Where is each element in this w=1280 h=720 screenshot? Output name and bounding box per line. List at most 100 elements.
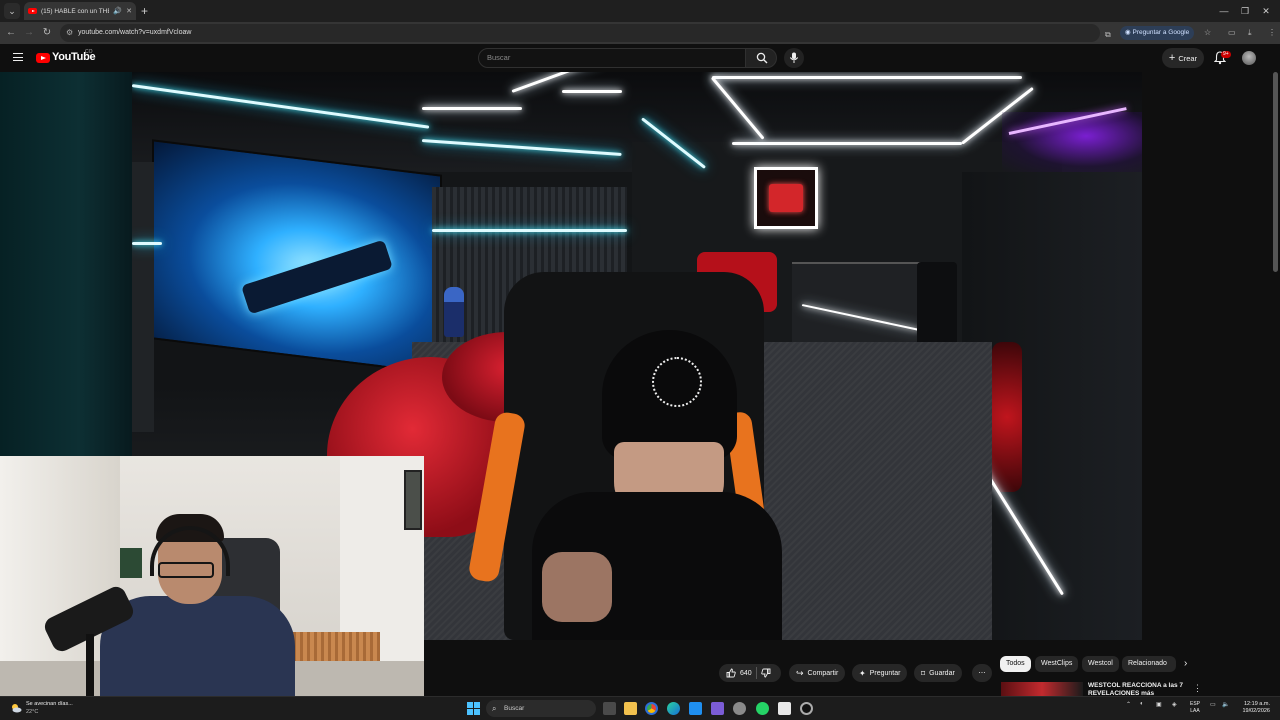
like-dislike-group: 640 bbox=[719, 664, 781, 682]
pill-divider bbox=[755, 667, 757, 679]
youtube-header: YouTube CO Buscar + Crear 9+ bbox=[0, 44, 1280, 72]
weather-icon[interactable] bbox=[10, 702, 22, 714]
more-vertical-icon[interactable]: ⋮ bbox=[1193, 683, 1202, 694]
bookmark-icon: ⌑ bbox=[921, 668, 926, 678]
search-icon bbox=[756, 52, 768, 64]
install-app-icon[interactable]: ⧉ bbox=[1105, 27, 1111, 43]
cast-icon[interactable]: ▭ bbox=[1228, 25, 1236, 41]
youtube-logo-icon[interactable] bbox=[36, 53, 50, 63]
settings-icon[interactable] bbox=[733, 702, 746, 715]
neon-ceiling-strip bbox=[712, 76, 1022, 79]
recommendation-title[interactable]: WESTCOL REACCIONA a las 7 REVELACIONES m… bbox=[1088, 682, 1188, 696]
browser-toolbar: ← → ↻ ⚙ youtube.com/watch?v=uxdmfVcloaw … bbox=[0, 22, 1280, 44]
app-icon[interactable] bbox=[711, 702, 724, 715]
thumbs-down-icon[interactable] bbox=[760, 668, 771, 678]
notification-badge: 9+ bbox=[1221, 51, 1231, 58]
sparkle-icon: ✦ bbox=[859, 668, 866, 678]
more-actions-button[interactable]: ⋯ bbox=[972, 664, 992, 682]
download-icon[interactable]: ⤓ bbox=[1248, 25, 1252, 41]
reload-icon[interactable]: ↻ bbox=[40, 25, 54, 41]
display-figure bbox=[992, 342, 1022, 492]
browser-menu-icon[interactable]: ⋮ bbox=[1268, 25, 1276, 41]
share-icon: ↪ bbox=[796, 667, 804, 678]
volume-icon[interactable]: 🔈 bbox=[1222, 701, 1229, 708]
save-button[interactable]: ⌑ Guardar bbox=[914, 664, 962, 682]
chrome-icon[interactable] bbox=[645, 702, 658, 715]
address-bar[interactable]: ⚙ youtube.com/watch?v=uxdmfVcloaw ⧉ bbox=[60, 24, 1111, 42]
share-button[interactable]: ↪ Compartir bbox=[789, 664, 846, 682]
create-button[interactable]: + Crear bbox=[1162, 48, 1204, 68]
hand bbox=[542, 552, 612, 622]
tab-title: (15) HABLÉ con un THERIA... bbox=[41, 7, 109, 15]
thumbs-up-icon[interactable] bbox=[726, 668, 736, 678]
minimize-window-icon[interactable]: — bbox=[1214, 3, 1234, 19]
fireplace-tv bbox=[152, 139, 442, 375]
ask-button[interactable]: ✦ Preguntar bbox=[852, 664, 908, 682]
url-text[interactable]: youtube.com/watch?v=uxdmfVcloaw bbox=[78, 24, 191, 42]
whatsapp-icon[interactable] bbox=[756, 702, 769, 715]
back-arrow-icon[interactable]: ← bbox=[4, 25, 18, 41]
language-indicator[interactable]: ESP LAA bbox=[1190, 701, 1200, 715]
save-label: Guardar bbox=[929, 669, 955, 677]
voice-search-button[interactable] bbox=[784, 48, 804, 68]
webcam-overlay bbox=[0, 456, 424, 696]
green-box bbox=[120, 548, 142, 578]
network-icon[interactable]: ▭ bbox=[1210, 701, 1216, 708]
system-clock[interactable]: 12:19 a.m. 19/02/2026 bbox=[1238, 701, 1270, 715]
tab-search-dropdown-icon[interactable]: ⌄ bbox=[4, 3, 20, 19]
search-input[interactable]: Buscar bbox=[478, 48, 746, 68]
weather-temp[interactable]: 22°C bbox=[26, 709, 38, 715]
speaker-icon[interactable]: 🔊 bbox=[113, 7, 122, 15]
forward-arrow-icon[interactable]: → bbox=[22, 25, 36, 41]
windows-taskbar: Se avecinan días... 22°C ⌕ Buscar ⌃ ◐ ▣ … bbox=[0, 696, 1280, 720]
chip-westcol[interactable]: Westcol bbox=[1082, 656, 1119, 672]
store-icon[interactable] bbox=[689, 702, 702, 715]
chip-relacionado[interactable]: Relacionado bbox=[1122, 656, 1176, 672]
toy-figure bbox=[444, 287, 464, 337]
site-info-icon[interactable]: ⚙ bbox=[66, 26, 73, 40]
taskbar-search[interactable]: ⌕ Buscar bbox=[486, 700, 596, 717]
edge-icon[interactable] bbox=[667, 702, 680, 715]
obs-icon[interactable] bbox=[800, 702, 813, 715]
chip-westclips[interactable]: WestClips bbox=[1035, 656, 1079, 672]
left-wall-panel bbox=[132, 162, 154, 432]
taskbar-search-label: Buscar bbox=[504, 705, 525, 712]
account-avatar[interactable] bbox=[1242, 51, 1256, 65]
page-scrollbar[interactable] bbox=[1273, 72, 1278, 272]
tray-app-icon[interactable]: ▣ bbox=[1156, 701, 1162, 708]
hamburger-menu-icon[interactable] bbox=[13, 53, 23, 61]
ask-google-button[interactable]: ◉ Preguntar a Google bbox=[1120, 26, 1195, 40]
weather-headline[interactable]: Se avecinan días... bbox=[26, 701, 73, 707]
search-button[interactable] bbox=[745, 48, 777, 68]
more-horizontal-icon: ⋯ bbox=[978, 670, 986, 677]
tray-app-icon[interactable]: ◈ bbox=[1172, 701, 1177, 708]
ask-label: Preguntar bbox=[869, 669, 901, 677]
wall-picture bbox=[404, 470, 422, 530]
recommendation-thumbnail[interactable] bbox=[1001, 682, 1083, 696]
video-actions-bar: 640 ↪ Compartir ✦ Preguntar ⌑ Guardar ⋯ bbox=[424, 640, 1000, 696]
new-tab-button[interactable]: + bbox=[141, 3, 148, 19]
mic-stand bbox=[86, 634, 94, 696]
clock-date: 19/02/2026 bbox=[1242, 708, 1270, 714]
search-placeholder: Buscar bbox=[487, 53, 511, 62]
browser-tab-active[interactable]: (15) HABLÉ con un THERIA... 🔊 ✕ bbox=[24, 2, 136, 20]
task-view-icon[interactable] bbox=[603, 702, 616, 715]
bookmark-star-icon[interactable]: ☆ bbox=[1204, 25, 1211, 41]
windows-start-icon[interactable] bbox=[467, 702, 480, 715]
share-label: Compartir bbox=[807, 669, 839, 677]
ask-google-label: Preguntar a Google bbox=[1132, 29, 1190, 36]
close-tab-icon[interactable]: ✕ bbox=[126, 7, 132, 15]
capcut-icon[interactable] bbox=[778, 702, 791, 715]
right-sidebar-area bbox=[1142, 72, 1280, 640]
chip-todos[interactable]: Todos bbox=[1000, 656, 1031, 672]
tray-app-icon[interactable]: ◐ bbox=[1140, 701, 1144, 707]
file-explorer-icon[interactable] bbox=[624, 702, 637, 715]
like-count[interactable]: 640 bbox=[740, 670, 752, 677]
maximize-window-icon[interactable]: ❐ bbox=[1235, 3, 1255, 19]
cap-logo bbox=[652, 357, 702, 407]
chevron-right-icon[interactable]: › bbox=[1184, 656, 1187, 672]
close-window-icon[interactable]: ✕ bbox=[1256, 3, 1276, 19]
tray-overflow-icon[interactable]: ⌃ bbox=[1126, 701, 1131, 708]
create-label: Crear bbox=[1178, 53, 1198, 63]
search-icon: ⌕ bbox=[492, 704, 497, 713]
